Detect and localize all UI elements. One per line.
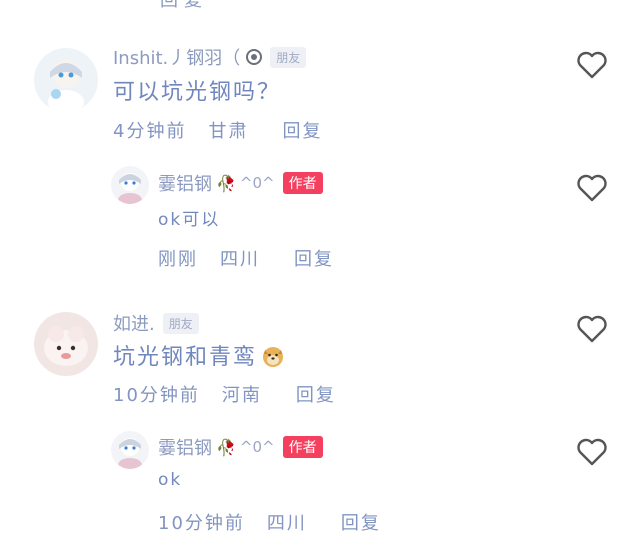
friend-badge: 朋友 [270,46,307,68]
like-heart-icon[interactable] [576,314,608,344]
rose-icon: 🥀 [216,173,236,193]
previous-reply-link-clipped[interactable]: 回复 [160,0,208,12]
comment-author-row: Inshit.丿钢羽（ 朋友 [113,44,307,70]
avatar[interactable] [34,48,98,112]
reply-meta: 10分钟前 四川 回复 [158,509,381,535]
avatar[interactable] [34,312,98,376]
comment-text: 坑光钢和青鸾 [113,345,258,370]
reply-author-row: 霎铝钢 🥀 ^0^ 作者 [158,434,323,460]
reply-location: 四川 [266,513,307,534]
comment-username[interactable]: 如进. [113,310,155,336]
friend-badge: 朋友 [162,312,199,334]
reply-time: 刚刚 [158,249,198,270]
reply-button[interactable]: 回复 [294,245,334,271]
rose-icon: 🥀 [216,437,236,457]
reply-author-row: 霎铝钢 🥀 ^0^ 作者 [158,170,323,196]
reply-content[interactable]: ok可以 [158,205,220,230]
comment-time: 4分钟前 [113,121,187,142]
comment-author-row: 如进. 朋友 [113,310,199,336]
comment-content[interactable]: 坑光钢和青鸾 [113,339,285,371]
reply-time: 10分钟前 [158,513,245,534]
comment-meta: 10分钟前 河南 回复 [113,381,336,407]
kaomoji-text: ^0^ [239,174,275,192]
author-badge: 作者 [282,436,323,458]
reply-content[interactable]: ok [158,470,182,490]
comment-location: 甘肃 [208,121,249,142]
comment-meta: 4分钟前 甘肃 回复 [113,117,322,143]
author-badge: 作者 [282,172,323,194]
like-heart-icon[interactable] [576,173,608,203]
comment-content[interactable]: 可以坑光钢吗？ [113,74,281,106]
like-heart-icon[interactable] [576,437,608,467]
comment-username[interactable]: Inshit.丿钢羽（ [113,44,240,70]
doge-emoji-icon [261,344,285,368]
reply-username[interactable]: 霎铝钢 [158,434,212,460]
reply-meta: 刚刚 四川 回复 [158,245,334,271]
kaomoji-text: ^0^ [239,438,275,456]
reply-button[interactable]: 回复 [296,381,336,407]
status-dot-icon [246,49,263,65]
reply-username[interactable]: 霎铝钢 [158,170,212,196]
reply-button[interactable]: 回复 [282,117,322,143]
reply-location: 四川 [220,249,260,270]
comment-time: 10分钟前 [113,385,200,406]
reply-button[interactable]: 回复 [341,509,381,535]
reply-avatar[interactable] [111,431,149,469]
like-heart-icon[interactable] [576,50,608,80]
comment-location: 河南 [221,385,262,406]
reply-avatar[interactable] [111,166,149,204]
